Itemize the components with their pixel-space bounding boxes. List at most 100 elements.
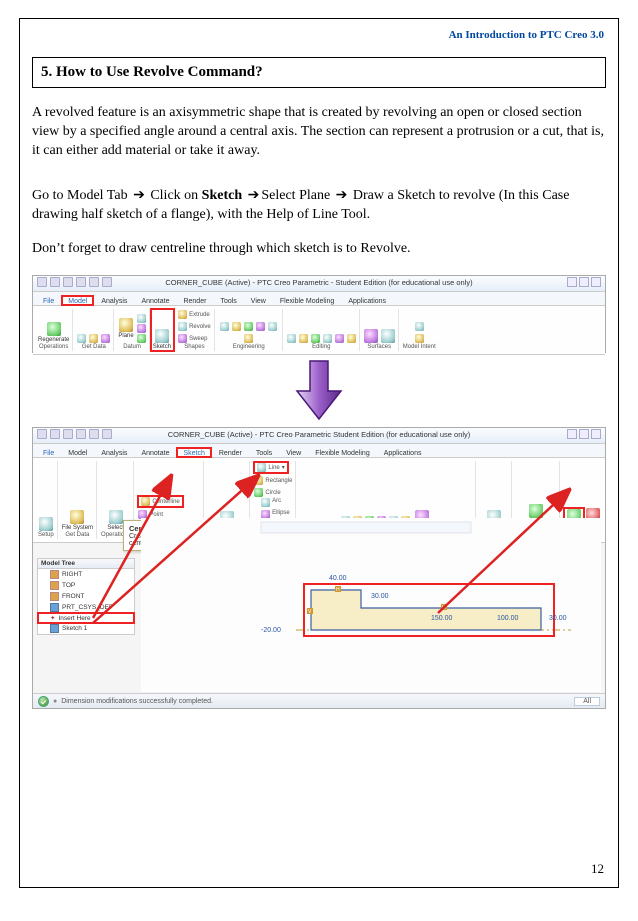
axis-icon[interactable]: [137, 314, 146, 323]
offset-icon[interactable]: [347, 334, 356, 343]
sketch-profile[interactable]: [311, 590, 541, 630]
qat-button[interactable]: [37, 429, 47, 439]
dim-100: 100.00: [497, 615, 519, 622]
tab-view[interactable]: View: [245, 296, 272, 305]
qat-button[interactable]: [50, 429, 60, 439]
group-label: Setup: [38, 532, 54, 538]
maximize-button[interactable]: [579, 277, 589, 287]
document-page: An Introduction to PTC Creo 3.0 5. How t…: [19, 18, 619, 888]
window-title-bar: CORNER_CUBE (Active) - PTC Creo Parametr…: [33, 428, 605, 444]
status-filter[interactable]: All: [574, 697, 600, 706]
tab-render[interactable]: Render: [213, 448, 248, 457]
merge-icon[interactable]: [323, 334, 332, 343]
rib-icon[interactable]: [244, 334, 253, 343]
hole-icon[interactable]: [220, 322, 229, 331]
tab-analysis[interactable]: Analysis: [95, 296, 133, 305]
tree-item-front[interactable]: FRONT: [38, 591, 134, 602]
style-icon[interactable]: [415, 334, 424, 343]
tab-flexible[interactable]: Flexible Modeling: [274, 296, 340, 305]
point-icon[interactable]: [137, 324, 146, 333]
minimize-button[interactable]: [567, 429, 577, 439]
tab-model[interactable]: Model: [62, 296, 93, 305]
qat-button[interactable]: [102, 429, 112, 439]
select-button[interactable]: Select: [107, 510, 124, 531]
qat-button[interactable]: [89, 277, 99, 287]
chamfer-icon[interactable]: [244, 322, 253, 331]
shrinkwrap-icon[interactable]: [101, 334, 110, 343]
boundary-button[interactable]: [364, 329, 378, 343]
tab-model[interactable]: Model: [62, 448, 93, 457]
grid-icon[interactable]: [39, 517, 53, 531]
tab-file[interactable]: File: [37, 448, 60, 457]
revolve-icon[interactable]: [178, 322, 187, 331]
group-getdata: Get Data: [74, 309, 114, 351]
extend-icon[interactable]: [335, 334, 344, 343]
shell-icon[interactable]: [268, 322, 277, 331]
circle-icon[interactable]: [254, 488, 263, 497]
qat-button[interactable]: [76, 429, 86, 439]
group-label: Surfaces: [367, 344, 391, 350]
tab-annotate[interactable]: Annotate: [135, 448, 175, 457]
tab-sketch[interactable]: Sketch: [177, 448, 210, 457]
filesystem-button[interactable]: File System: [62, 510, 93, 531]
coord-icon[interactable]: [137, 334, 146, 343]
udf-icon[interactable]: [77, 334, 86, 343]
status-check-icon: [38, 696, 49, 707]
view-toolbar: [261, 522, 471, 533]
tab-file[interactable]: File: [37, 296, 60, 305]
dim-neg20: -20.00: [261, 627, 281, 634]
arc-icon[interactable]: [261, 498, 270, 507]
tree-item-top[interactable]: TOP: [38, 580, 134, 591]
qat-button[interactable]: [50, 277, 60, 287]
section-number: 5.: [41, 64, 52, 80]
sketch-button[interactable]: Sketch: [153, 329, 171, 350]
plane-button[interactable]: Plane: [118, 318, 133, 339]
fill-icon[interactable]: [415, 322, 424, 331]
qat-button[interactable]: [76, 277, 86, 287]
qat-button[interactable]: [89, 429, 99, 439]
down-arrow-icon: [295, 359, 343, 421]
tab-analysis[interactable]: Analysis: [95, 448, 133, 457]
svg-text:H: H: [336, 587, 340, 593]
sketch-svg: 40.00 30.00 150.00 100.00 30.00 -20.00 H…: [141, 518, 601, 692]
qat-button[interactable]: [102, 277, 112, 287]
tab-applications[interactable]: Applications: [342, 296, 392, 305]
tab-tools[interactable]: Tools: [214, 296, 242, 305]
tab-annotate[interactable]: Annotate: [135, 296, 175, 305]
sweep-icon[interactable]: [178, 334, 187, 343]
group-label: Model Intent: [403, 344, 436, 350]
qat-button[interactable]: [63, 277, 73, 287]
draft-icon[interactable]: [256, 322, 265, 331]
freestyle-button[interactable]: [381, 329, 395, 343]
line-button[interactable]: Line ▾: [254, 462, 287, 473]
minimize-button[interactable]: [567, 277, 577, 287]
extrude-icon[interactable]: [178, 310, 187, 319]
rect-icon[interactable]: [254, 476, 263, 485]
tab-flexible[interactable]: Flexible Modeling: [309, 448, 375, 457]
pattern-icon[interactable]: [287, 334, 296, 343]
tab-applications[interactable]: Applications: [378, 448, 428, 457]
copy-geom-icon[interactable]: [89, 334, 98, 343]
tab-view[interactable]: View: [280, 448, 307, 457]
tab-render[interactable]: Render: [177, 296, 212, 305]
centerline-button[interactable]: Centerline: [138, 496, 182, 507]
tree-item-insert[interactable]: ✦Insert Here: [38, 613, 134, 623]
arrow-icon: ➔: [131, 186, 147, 202]
qat-button[interactable]: [63, 429, 73, 439]
mirror-icon[interactable]: [299, 334, 308, 343]
trim-icon[interactable]: [311, 334, 320, 343]
tree-item-sketch1[interactable]: Sketch 1: [38, 623, 134, 634]
round-icon[interactable]: [232, 322, 241, 331]
tab-tools[interactable]: Tools: [250, 448, 278, 457]
graphics-canvas[interactable]: 40.00 30.00 150.00 100.00 30.00 -20.00 H…: [141, 518, 601, 692]
status-bar: ● Dimension modifications successfully c…: [33, 693, 605, 708]
close-button[interactable]: [591, 429, 601, 439]
qat-button[interactable]: [37, 277, 47, 287]
window-controls: [567, 429, 601, 439]
tree-item-right[interactable]: RIGHT: [38, 569, 134, 580]
close-button[interactable]: [591, 277, 601, 287]
flow-arrow-down: [32, 359, 606, 421]
regenerate-button[interactable]: Regenerate: [38, 322, 69, 343]
tree-item-csys[interactable]: PRT_CSYS_DEF: [38, 602, 134, 613]
maximize-button[interactable]: [579, 429, 589, 439]
